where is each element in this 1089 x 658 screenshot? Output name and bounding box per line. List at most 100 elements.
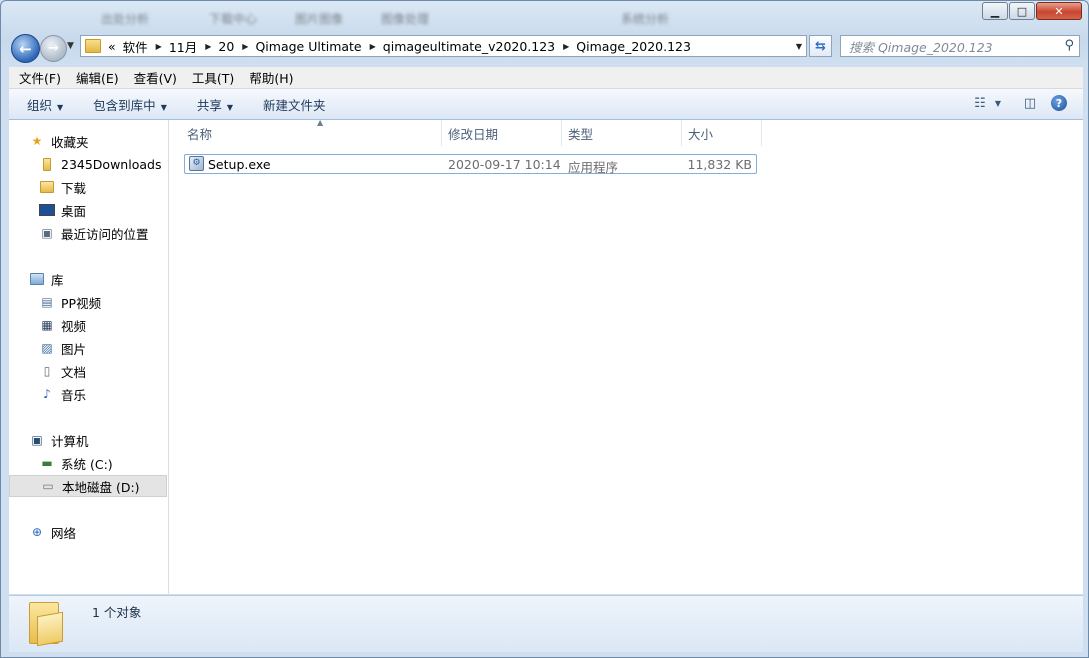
search-input[interactable]: 搜索 Qimage_2020.123 ⚲ <box>840 35 1080 57</box>
desktop-icon <box>39 203 55 217</box>
search-icon[interactable]: ⚲ <box>1064 38 1074 53</box>
menu-edit[interactable]: 编辑(E) <box>71 68 124 87</box>
nav-label: 收藏夹 <box>51 134 89 150</box>
nav-item-pictures[interactable]: ▨ 图片 <box>9 337 167 359</box>
nav-libraries[interactable]: 库 <box>9 268 187 290</box>
breadcrumb-item[interactable]: Qimage_2020.123 <box>576 39 691 54</box>
search-placeholder: 搜索 Qimage_2020.123 <box>849 39 993 55</box>
column-label: 名称 <box>187 126 213 142</box>
column-label: 类型 <box>568 126 594 142</box>
file-name: Setup.exe <box>208 157 271 172</box>
nav-favorites[interactable]: ★ 收藏夹 <box>9 130 187 152</box>
system-drive-icon: ▬ <box>41 456 53 470</box>
nav-item-drive-d[interactable]: ▭ 本地磁盘 (D:) <box>9 475 167 497</box>
maximize-button[interactable]: □ <box>1009 2 1035 20</box>
share-label: 共享 <box>196 97 222 113</box>
breadcrumb-item[interactable]: 20 <box>218 39 234 54</box>
menu-help[interactable]: 帮助(H) <box>244 68 298 87</box>
address-bar[interactable]: « 软件 ▶ 11月 ▶ 20 ▶ Qimage Ultimate ▶ qima… <box>80 35 807 57</box>
address-dropdown-icon[interactable]: ▼ <box>796 42 802 51</box>
view-dropdown-icon[interactable]: ▼ <box>993 93 1003 113</box>
nav-item-pp-video[interactable]: ▤ PP视频 <box>9 291 167 313</box>
nav-item-2345downloads[interactable]: 2345Downloads <box>9 153 167 175</box>
nav-item-desktop[interactable]: 桌面 <box>9 199 167 221</box>
menu-view[interactable]: 查看(V) <box>129 68 182 87</box>
network-icon: ⊕ <box>31 525 43 539</box>
column-header-type[interactable]: 类型 <box>562 120 682 146</box>
nav-item-drive-c[interactable]: ▬ 系统 (C:) <box>9 452 167 474</box>
download-folder-icon <box>39 180 55 194</box>
nav-label: PP视频 <box>61 295 102 311</box>
file-row[interactable]: ⚙ Setup.exe 2020-09-17 10:14 应用程序 11,832… <box>184 154 757 175</box>
breadcrumb-chevron-icon[interactable]: ▶ <box>156 42 162 51</box>
column-header-name[interactable]: ▲ 名称 <box>181 118 442 146</box>
help-icon[interactable]: ? <box>1051 95 1067 111</box>
music-note-icon: ♪ <box>43 387 51 401</box>
breadcrumb-overflow[interactable]: « <box>108 39 116 54</box>
folder-icon <box>29 602 63 647</box>
breadcrumb-item[interactable]: Qimage Ultimate <box>255 39 361 54</box>
library-icon <box>29 272 45 286</box>
minimize-button[interactable]: ▁ <box>982 2 1008 20</box>
refresh-button[interactable]: ⇆ <box>809 35 832 57</box>
nav-network[interactable]: ⊕ 网络 <box>9 521 187 543</box>
breadcrumb-chevron-icon[interactable]: ▶ <box>205 42 211 51</box>
column-header-modified[interactable]: 修改日期 <box>442 120 562 146</box>
hard-drive-icon: ▭ <box>42 479 54 493</box>
back-button[interactable]: ← <box>11 34 40 63</box>
document-icon: ▯ <box>43 364 51 378</box>
menu-tools[interactable]: 工具(T) <box>187 68 239 87</box>
close-button[interactable]: ✕ <box>1036 2 1082 20</box>
file-type: 应用程序 <box>568 160 619 175</box>
nav-item-recent-places[interactable]: ▣ 最近访问的位置 <box>9 222 167 244</box>
breadcrumb-chevron-icon[interactable]: ▶ <box>370 42 376 51</box>
file-size: 11,832 KB <box>687 157 752 172</box>
breadcrumb-item[interactable]: 11月 <box>169 37 197 56</box>
chevron-down-icon: ▼ <box>57 102 64 112</box>
include-in-library-button[interactable]: 包含到库中 ▼ <box>93 95 167 114</box>
organize-button[interactable]: 组织 ▼ <box>27 95 63 114</box>
nav-label: 文档 <box>61 364 87 380</box>
preview-pane-icon[interactable]: ◫ <box>1019 93 1041 113</box>
folder-icon <box>85 39 101 53</box>
nav-item-music[interactable]: ♪ 音乐 <box>9 383 167 405</box>
history-dropdown-icon[interactable]: ▼ <box>67 41 74 51</box>
file-list: ▲ 名称 修改日期 类型 大小 ⚙ Setup.exe 2020-09-17 1… <box>169 118 1083 594</box>
blurred-text: 出处分析 <box>101 12 150 26</box>
nav-computer[interactable]: ▣ 计算机 <box>9 429 187 451</box>
application-icon: ⚙ <box>189 156 204 171</box>
computer-icon: ▣ <box>31 433 43 447</box>
document-icon: ▤ <box>41 295 53 309</box>
breadcrumb-item[interactable]: qimageultimate_v2020.123 <box>383 39 555 54</box>
navigation-pane: ★ 收藏夹 2345Downloads 下载 桌面 ▣ 最近访问的位置 库 ▤ PP视… <box>9 120 169 594</box>
blurred-text: 图像处理 <box>381 12 430 26</box>
breadcrumb-chevron-icon[interactable]: ▶ <box>242 42 248 51</box>
nav-item-documents[interactable]: ▯ 文档 <box>9 360 167 382</box>
organize-label: 组织 <box>27 97 53 113</box>
menu-bar: 文件(F) 编辑(E) 查看(V) 工具(T) 帮助(H) <box>9 67 1083 89</box>
breadcrumb-item[interactable]: 软件 <box>123 37 148 56</box>
column-label: 修改日期 <box>448 126 499 142</box>
nav-label: 最近访问的位置 <box>61 226 149 242</box>
column-label: 大小 <box>688 126 714 142</box>
column-header-size[interactable]: 大小 <box>682 120 762 146</box>
chevron-down-icon: ▼ <box>160 102 167 112</box>
breadcrumb-chevron-icon[interactable]: ▶ <box>563 42 569 51</box>
include-library-label: 包含到库中 <box>93 97 156 113</box>
blurred-text: 图片图像 <box>295 12 344 26</box>
nav-label: 系统 (C:) <box>61 456 113 472</box>
new-folder-button[interactable]: 新建文件夹 <box>263 95 326 114</box>
folder-icon <box>39 157 55 171</box>
nav-item-downloads[interactable]: 下载 <box>9 176 167 198</box>
nav-label: 音乐 <box>61 387 87 403</box>
chevron-down-icon: ▼ <box>226 102 234 112</box>
menu-file[interactable]: 文件(F) <box>14 68 66 87</box>
forward-button[interactable]: → <box>40 35 67 62</box>
share-button[interactable]: 共享 ▼ <box>197 95 233 114</box>
nav-label: 2345Downloads <box>61 156 162 172</box>
view-options-icon[interactable]: ☷ <box>969 93 991 113</box>
back-arrow-icon: ← <box>19 39 32 58</box>
nav-item-videos[interactable]: ▦ 视频 <box>9 314 167 336</box>
sort-ascending-icon: ▲ <box>317 118 324 127</box>
nav-label: 视频 <box>61 318 87 334</box>
